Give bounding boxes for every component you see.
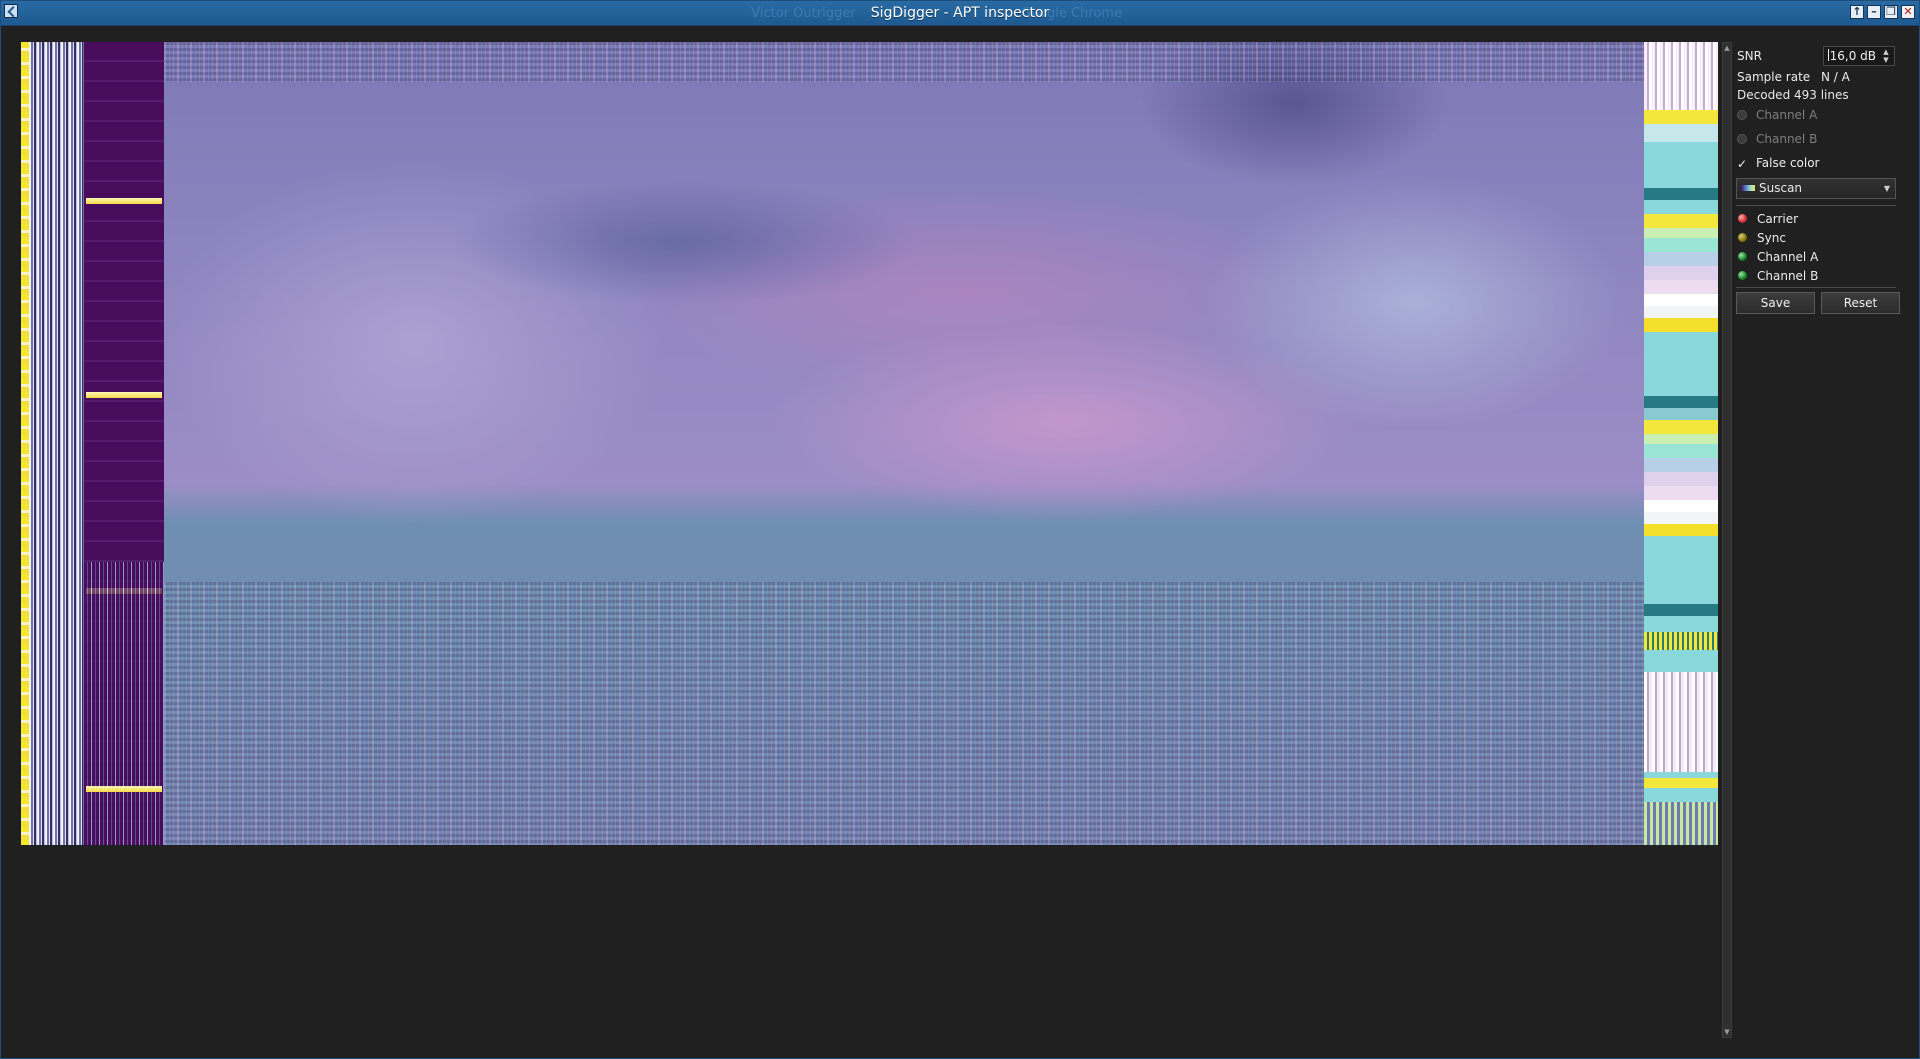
indicator-carrier-label: Carrier <box>1757 212 1799 226</box>
indicator-sync: Sync <box>1737 231 1786 245</box>
wedge <box>1644 486 1718 500</box>
window-controls: ↑ – ❐ ✕ <box>1850 5 1915 19</box>
wedge <box>1644 318 1718 332</box>
spin-up-icon[interactable]: ▲ <box>1879 48 1893 56</box>
inspector-control-panel: SNR 16,0 dB ▲ ▼ Sample rate N / A Decode… <box>1734 42 1906 1038</box>
wedge <box>1644 420 1718 434</box>
wedge <box>1644 408 1718 420</box>
wedge <box>1644 306 1718 318</box>
telemetry-wedges <box>1644 42 1718 845</box>
indicator-channel-a: Channel A <box>1737 250 1818 264</box>
indicator-sync-label: Sync <box>1757 231 1786 245</box>
snr-label: SNR <box>1737 49 1762 63</box>
minute-marker <box>86 786 162 792</box>
decoded-lines-status: Decoded 493 lines <box>1737 88 1849 102</box>
maximize-button[interactable]: ❐ <box>1884 5 1898 19</box>
sample-rate-label: Sample rate <box>1737 70 1811 84</box>
keep-above-button[interactable]: ↑ <box>1850 5 1864 19</box>
noise-region <box>1644 802 1718 845</box>
indicator-channel-b-label: Channel B <box>1757 269 1819 283</box>
radio-channel-a[interactable]: Channel A <box>1737 108 1817 122</box>
wedge <box>1644 188 1718 200</box>
false-color-label: False color <box>1756 156 1820 170</box>
led-yellow-icon <box>1737 232 1748 243</box>
divider <box>1736 287 1896 288</box>
minimize-button[interactable]: – <box>1867 5 1881 19</box>
indicator-channel-a-label: Channel A <box>1757 250 1819 264</box>
sample-rate-row: Sample rate N / A <box>1737 70 1850 84</box>
wedge <box>1644 252 1718 266</box>
scroll-up-arrow-icon[interactable]: ▲ <box>1724 45 1730 52</box>
spin-down-icon[interactable]: ▼ <box>1879 56 1893 64</box>
wedge <box>1644 458 1718 472</box>
checkmark-icon: ✓ <box>1737 157 1748 171</box>
wedge <box>1644 396 1718 408</box>
wedge <box>1644 472 1718 486</box>
wedge <box>1644 444 1718 458</box>
vertical-scrollbar[interactable]: ▲ ▼ <box>1722 42 1732 1038</box>
wedge <box>1644 280 1718 294</box>
snr-row: SNR 16,0 dB ▲ ▼ <box>1737 46 1895 66</box>
radio-channel-a-label: Channel A <box>1756 108 1818 122</box>
text-cursor <box>1827 49 1829 61</box>
wedge <box>1644 228 1718 238</box>
noise-region <box>164 42 1644 82</box>
close-button[interactable]: ✕ <box>1901 5 1915 19</box>
wedge <box>1644 512 1718 524</box>
wedge <box>1644 110 1718 124</box>
chevron-down-icon: ▼ <box>1883 184 1890 193</box>
radio-indicator-icon <box>1737 110 1747 120</box>
wedge <box>1644 214 1718 228</box>
indicator-channel-b: Channel B <box>1737 269 1818 283</box>
wedge <box>1644 434 1718 444</box>
apt-inspector-window: Víctor Outrigger Google Chrome SigDigger… <box>0 0 1920 1059</box>
false-color-checkbox[interactable]: ✓ False color <box>1737 156 1820 170</box>
wedge <box>1644 500 1718 512</box>
save-button[interactable]: Save <box>1736 292 1815 314</box>
indicator-carrier: Carrier <box>1737 212 1798 226</box>
radio-indicator-icon <box>1737 134 1747 144</box>
window-title: SigDigger - APT inspector <box>870 5 1050 21</box>
wedge <box>1644 266 1718 280</box>
wedge <box>1644 238 1718 252</box>
scroll-down-arrow-icon[interactable]: ▼ <box>1724 1029 1730 1036</box>
sample-rate-value: N / A <box>1821 70 1850 84</box>
wedge <box>1644 124 1718 142</box>
snr-spinbox[interactable]: 16,0 dB ▲ ▼ <box>1823 46 1895 66</box>
space-a-bar <box>84 42 164 845</box>
wedge <box>1644 778 1718 788</box>
noise-region <box>164 582 1644 845</box>
noise-region <box>1644 672 1718 772</box>
led-green-icon <box>1737 270 1748 281</box>
wedge <box>1644 294 1718 306</box>
palette-swatch-icon <box>1741 185 1755 191</box>
radio-channel-b[interactable]: Channel B <box>1737 132 1817 146</box>
radio-channel-b-label: Channel B <box>1756 132 1818 146</box>
wedge <box>1644 604 1718 616</box>
sync-a-stripes <box>21 42 83 845</box>
minute-marker <box>86 392 162 398</box>
minute-marker <box>86 198 162 204</box>
noise-region <box>84 562 164 845</box>
divider <box>1736 205 1896 206</box>
palette-select[interactable]: Suscan ▼ <box>1736 178 1896 199</box>
led-red-icon <box>1737 213 1748 224</box>
led-green-icon <box>1737 251 1748 262</box>
apt-image-view[interactable] <box>21 42 1718 845</box>
reset-button[interactable]: Reset <box>1821 292 1900 314</box>
snr-value: 16,0 dB <box>1829 49 1876 63</box>
noise-region <box>1644 42 1718 112</box>
snr-spin-buttons[interactable]: ▲ ▼ <box>1879 48 1893 64</box>
wedge <box>1644 524 1718 536</box>
palette-selected-label: Suscan <box>1759 181 1803 195</box>
satellite-image <box>164 42 1644 845</box>
wedge <box>1644 632 1718 650</box>
titlebar[interactable]: Víctor Outrigger Google Chrome SigDigger… <box>1 1 1919 26</box>
